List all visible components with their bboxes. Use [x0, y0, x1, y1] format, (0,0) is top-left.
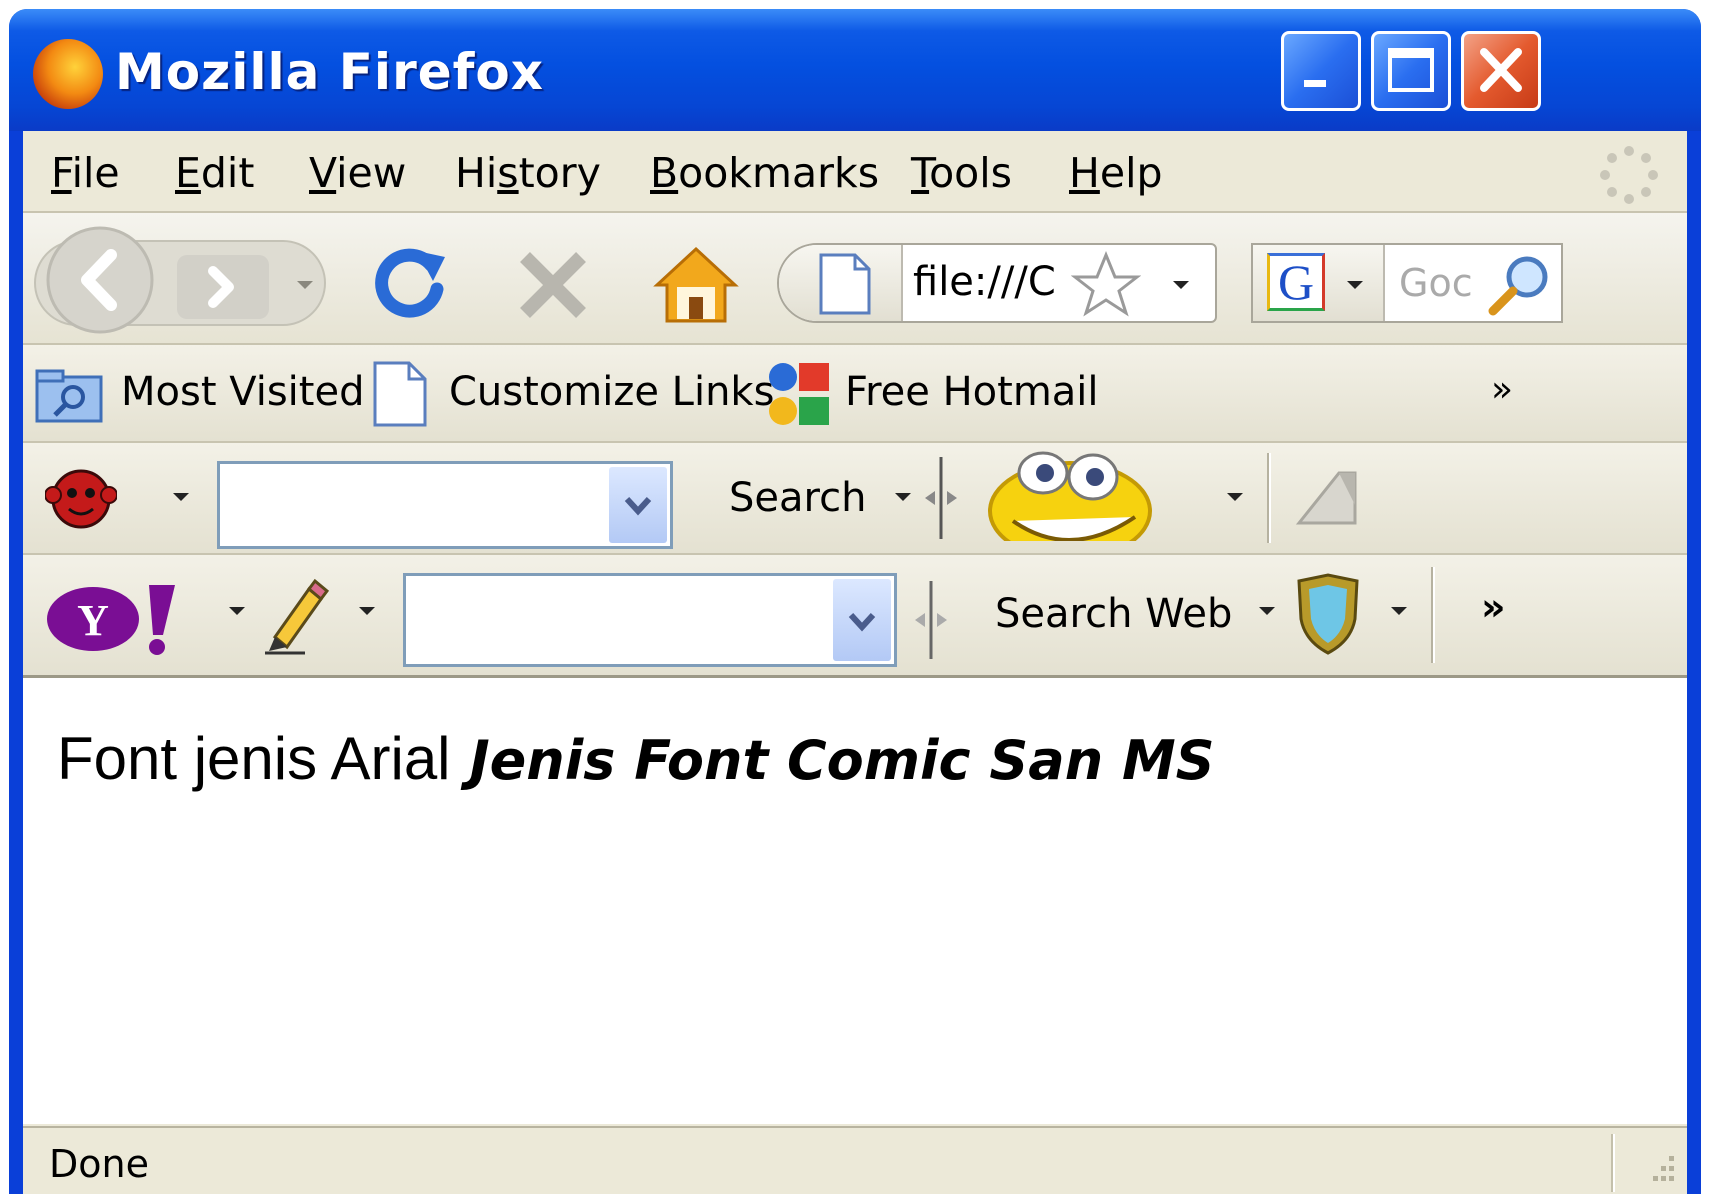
- reload-button[interactable]: [371, 243, 451, 323]
- minimize-icon: [1304, 80, 1326, 87]
- toolbar-search-button[interactable]: Search: [729, 475, 866, 521]
- navigation-toolbar: file:///C G Goc: [23, 213, 1687, 345]
- smiley-dropdown-icon[interactable]: [1227, 493, 1243, 501]
- maximize-button[interactable]: [1371, 31, 1451, 111]
- url-text: file:///C: [913, 259, 1056, 305]
- yahoo-toolbar: Y Search Web »: [23, 555, 1687, 678]
- bookmark-most-visited[interactable]: Most Visited: [121, 369, 364, 415]
- page-icon: [819, 253, 871, 315]
- bookmark-free-hotmail[interactable]: Free Hotmail: [845, 369, 1099, 415]
- maximize-icon: [1388, 48, 1434, 92]
- window-title: Mozilla Firefox: [115, 43, 544, 101]
- bookmarks-overflow-chevron[interactable]: »: [1491, 369, 1513, 410]
- smiley-face-icon[interactable]: [985, 451, 1155, 541]
- yahoo-logo-icon[interactable]: Y: [45, 579, 195, 659]
- browser-window: Mozilla Firefox File Edit View History B…: [9, 9, 1701, 1194]
- status-bar: Done: [23, 1126, 1687, 1194]
- menu-bookmarks[interactable]: Bookmarks: [650, 149, 879, 197]
- menu-edit[interactable]: Edit: [175, 149, 254, 197]
- url-bar[interactable]: file:///C: [777, 243, 1217, 323]
- search-web-dropdown-icon[interactable]: [1259, 607, 1275, 615]
- yahoo-toolbar-separator: [1431, 567, 1435, 663]
- menu-view[interactable]: View: [309, 149, 406, 197]
- yahoo-search-combo[interactable]: [403, 573, 897, 667]
- menu-history[interactable]: History: [455, 149, 601, 197]
- menu-file[interactable]: File: [51, 149, 120, 197]
- yahoo-toolbar-grip-handle[interactable]: [911, 575, 951, 665]
- menu-help[interactable]: Help: [1069, 149, 1163, 197]
- combo-dropdown-button[interactable]: [609, 467, 667, 543]
- url-dropdown-icon[interactable]: [1173, 281, 1189, 289]
- throbber-icon: [1600, 146, 1658, 204]
- chevron-down-icon: [848, 612, 876, 632]
- search-web-button[interactable]: Search Web: [995, 591, 1232, 637]
- chevron-down-icon: [624, 496, 652, 516]
- stop-button[interactable]: [515, 247, 595, 327]
- site-identity-button[interactable]: [779, 245, 903, 321]
- toolbar-grip-handle[interactable]: [921, 453, 961, 543]
- close-button[interactable]: [1461, 31, 1541, 111]
- status-divider: [1611, 1134, 1615, 1192]
- status-text: Done: [49, 1142, 149, 1186]
- svg-text:Y: Y: [77, 596, 109, 645]
- eraser-icon[interactable]: [1291, 465, 1363, 531]
- monkey-dropdown-icon[interactable]: [173, 493, 189, 501]
- google-icon: G: [1267, 253, 1325, 311]
- shield-dropdown-icon[interactable]: [1391, 607, 1407, 615]
- history-dropdown-icon[interactable]: [297, 281, 313, 289]
- content-line: Font jenis Arial Jenis Font Comic San MS: [57, 724, 1215, 794]
- search-box[interactable]: G Goc: [1251, 243, 1563, 323]
- bookmarks-toolbar: Most Visited Customize Links Free Hotmai…: [23, 345, 1687, 443]
- comic-sans-font-text: Jenis Font Comic San MS: [469, 729, 1215, 792]
- back-button[interactable]: [37, 225, 167, 335]
- search-options-dropdown-icon[interactable]: [895, 493, 911, 501]
- bookmark-customize-links[interactable]: Customize Links: [449, 369, 774, 415]
- windows-live-icon: [769, 363, 829, 425]
- shield-icon[interactable]: [1293, 573, 1363, 655]
- arial-font-text: Font jenis Arial: [57, 725, 451, 792]
- customize-links-page-icon: [373, 361, 427, 427]
- resize-grip-icon[interactable]: [1639, 1148, 1679, 1192]
- browser-chrome: File Edit View History Bookmarks Tools H…: [23, 131, 1687, 1194]
- menu-bar: File Edit View History Bookmarks Tools H…: [23, 131, 1687, 213]
- forward-button[interactable]: [173, 251, 273, 331]
- engine-dropdown-icon: [1347, 281, 1363, 289]
- most-visited-folder-icon: [35, 369, 103, 423]
- smiley-toolbar: Search: [23, 443, 1687, 555]
- firefox-logo-icon: [33, 39, 103, 109]
- search-placeholder: Goc: [1399, 261, 1473, 305]
- home-button[interactable]: [651, 243, 741, 327]
- menu-tools[interactable]: Tools: [911, 149, 1012, 197]
- yahoo-toolbar-overflow-chevron[interactable]: »: [1481, 585, 1506, 629]
- toolbar-separator: [1267, 453, 1271, 543]
- toolbar-search-combo[interactable]: [217, 461, 673, 549]
- yahoo-dropdown-icon[interactable]: [229, 607, 245, 615]
- pencil-icon[interactable]: [261, 575, 331, 655]
- minimize-button[interactable]: [1281, 31, 1361, 111]
- search-engine-button[interactable]: G: [1253, 245, 1385, 321]
- page-content: Font jenis Arial Jenis Font Comic San MS: [23, 678, 1687, 1124]
- pencil-dropdown-icon[interactable]: [359, 607, 375, 615]
- yahoo-combo-dropdown-button[interactable]: [833, 579, 891, 661]
- search-magnifier-icon[interactable]: [1485, 251, 1555, 317]
- bookmark-star-icon[interactable]: [1071, 251, 1141, 317]
- close-icon: [1480, 48, 1522, 92]
- title-bar[interactable]: Mozilla Firefox: [9, 9, 1701, 131]
- monkey-logo-icon[interactable]: [45, 465, 117, 529]
